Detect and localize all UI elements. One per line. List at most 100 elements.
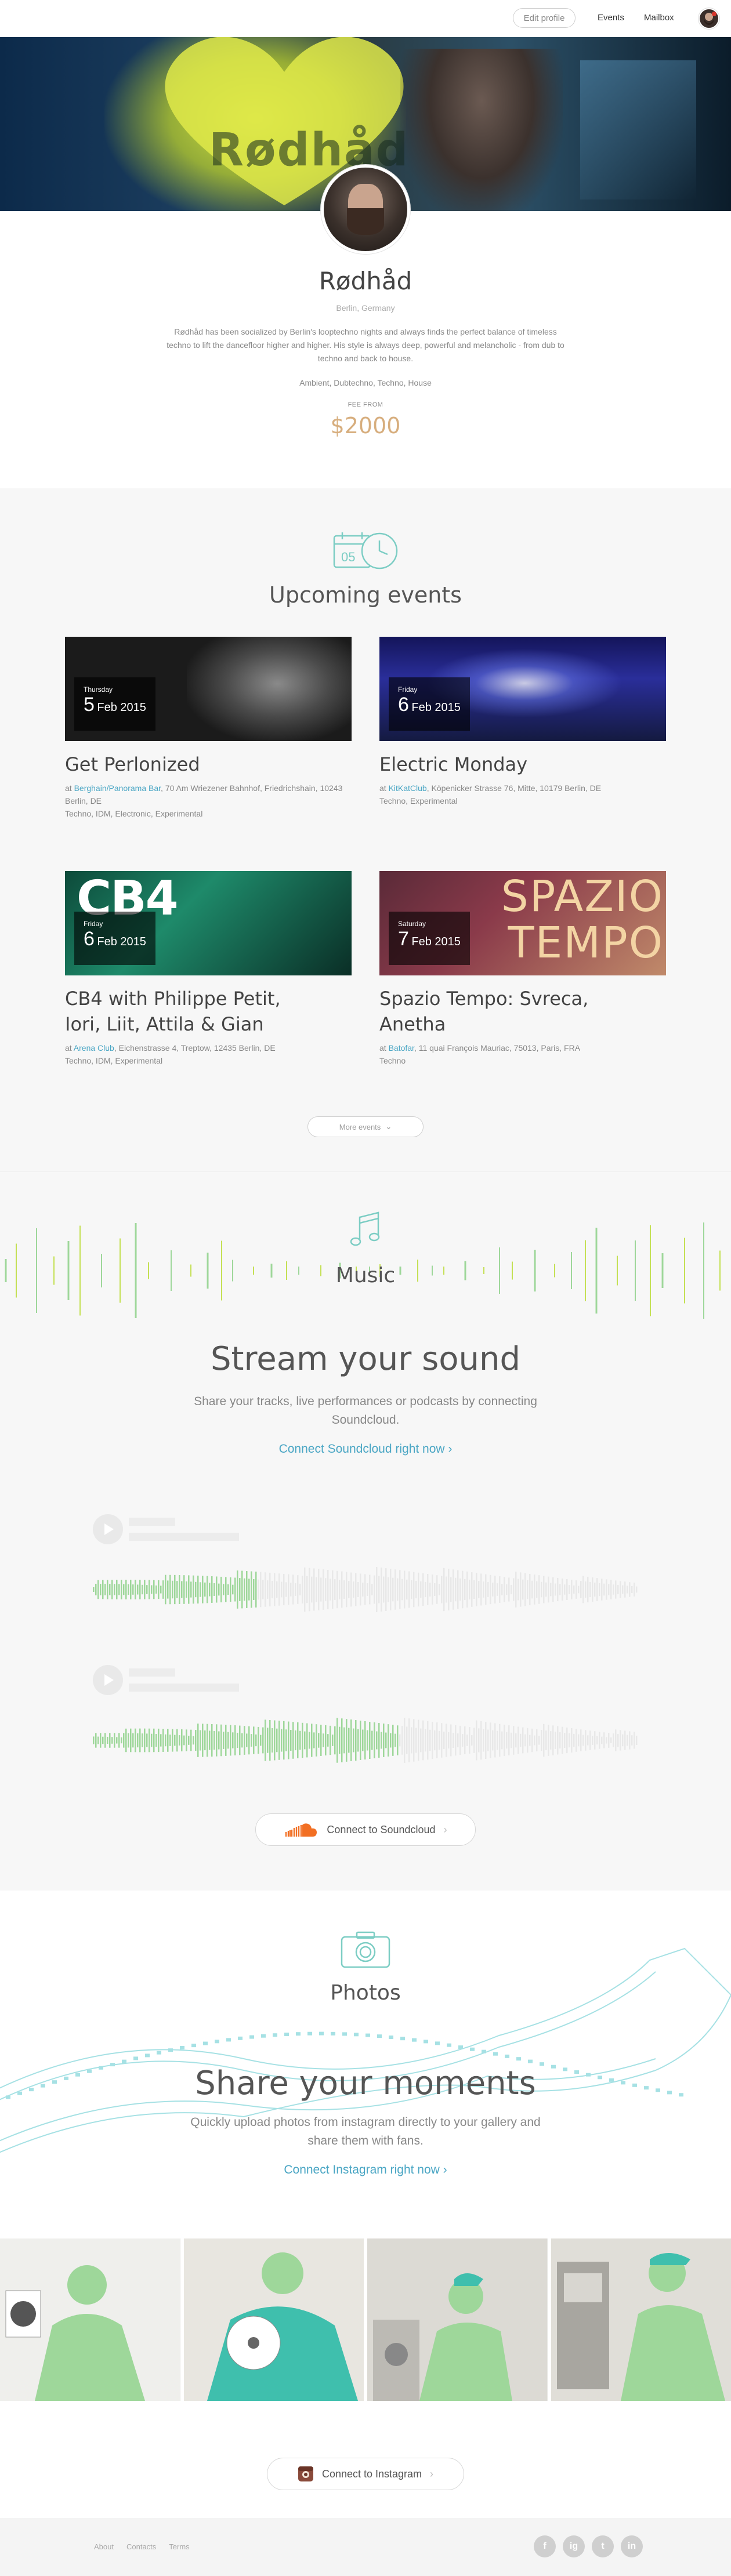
nav-mailbox-link[interactable]: Mailbox	[644, 13, 674, 23]
waveform-bar	[534, 1735, 535, 1746]
user-avatar[interactable]	[699, 8, 719, 29]
event-thumbnail[interactable]: Friday 6 Feb 2015	[379, 637, 666, 741]
film-hole	[447, 2043, 451, 2047]
waveform-bar	[515, 1572, 517, 1608]
waveform-bar	[529, 1735, 531, 1746]
waveform-bar	[123, 1584, 125, 1595]
connect-soundcloud-link[interactable]: Connect Soundcloud right now ›	[279, 1442, 453, 1456]
waveform-bar	[615, 1580, 617, 1599]
play-icon[interactable]	[93, 1514, 123, 1544]
photo-thumbnail[interactable]	[183, 2238, 364, 2401]
event-title[interactable]: Spazio Tempo: Svreca, Anetha	[379, 986, 666, 1037]
photo-thumbnail[interactable]	[551, 2238, 731, 2401]
waveform-bar	[513, 1578, 515, 1601]
waveform-bar	[415, 1728, 417, 1753]
waveform-bar	[520, 1733, 522, 1747]
event-dow: Saturday	[398, 920, 426, 928]
waveform-bar	[362, 1729, 364, 1751]
nav-events-link[interactable]: Events	[598, 13, 624, 23]
footer-link-about[interactable]: About	[94, 2542, 114, 2551]
waveform-bar	[107, 1580, 108, 1599]
waveform[interactable]	[93, 1711, 638, 1769]
waveform-bar	[457, 1733, 459, 1747]
waveform[interactable]	[93, 1561, 638, 1619]
event-card[interactable]: SPAZIO TEMPO Saturday 7 Feb 2015 Spazio …	[379, 871, 666, 1067]
event-thumbnail[interactable]: Thursday 5 Feb 2015	[65, 637, 352, 741]
waveform-bar	[193, 1575, 194, 1604]
waveform-bar	[487, 1582, 489, 1597]
event-title[interactable]: Electric Monday	[379, 752, 666, 777]
waveform-bar	[225, 1577, 227, 1602]
event-title[interactable]: CB4 with Philippe Petit, Iori, Liit, Atti…	[65, 986, 352, 1037]
film-hole	[122, 2059, 126, 2063]
waveform-bar	[381, 1732, 382, 1749]
waveform-bar	[457, 1570, 459, 1609]
instagram-social-icon[interactable]: ig	[563, 2535, 585, 2557]
waveform-bar	[223, 1732, 225, 1749]
photo-thumbnail[interactable]	[367, 2238, 548, 2401]
artist-genres: Ambient, Dubtechno, Techno, House	[299, 378, 432, 387]
waveform-bar	[371, 1730, 373, 1750]
connect-instagram-label: Connect to Instagram	[321, 2468, 422, 2480]
waveform-bar	[413, 1719, 415, 1762]
linkedin-icon[interactable]: in	[621, 2535, 643, 2557]
event-thumbnail[interactable]: CB4 Friday 6 Feb 2015	[65, 871, 352, 975]
event-card[interactable]: Friday 6 Feb 2015 Electric Monday at Kit…	[379, 637, 666, 807]
waveform-bar	[248, 1726, 250, 1755]
connect-instagram-link[interactable]: Connect Instagram right now ›	[284, 2163, 447, 2176]
waveform-bar	[446, 1576, 447, 1603]
venue-link[interactable]: Batofar	[389, 1043, 414, 1053]
footer-link-terms[interactable]: Terms	[169, 2542, 189, 2551]
film-hole	[505, 2054, 509, 2058]
waveform-bar	[114, 1733, 115, 1748]
waveform-bar	[397, 1578, 399, 1601]
waveform-bar	[155, 1585, 157, 1594]
waveform-bar	[158, 1580, 160, 1599]
waveform-bar	[608, 1584, 610, 1595]
waveform-bar	[181, 1581, 183, 1598]
footer-link-contacts[interactable]: Contacts	[126, 2542, 156, 2551]
waveform-bar	[350, 1719, 352, 1761]
waveform-bar	[378, 1576, 380, 1603]
waveform-bar	[151, 1585, 153, 1594]
waveform-bar	[109, 1584, 111, 1595]
music-title: Music	[335, 1264, 396, 1287]
waveform-bar	[260, 1735, 262, 1746]
waveform-bar	[603, 1732, 605, 1748]
waveform-bar	[179, 1575, 180, 1604]
waveform-bar	[513, 1726, 515, 1755]
waveform-bar	[620, 1581, 621, 1598]
film-hole	[296, 2032, 301, 2036]
top-nav: Edit profile Events Mailbox	[0, 0, 731, 37]
edit-profile-button[interactable]: Edit profile	[513, 8, 576, 28]
venue-link[interactable]: Arena Club	[74, 1043, 114, 1053]
play-icon[interactable]	[93, 1665, 123, 1695]
facebook-icon[interactable]: f	[534, 2535, 556, 2557]
venue-link[interactable]: Berghain/Panorama Bar	[74, 783, 161, 793]
connect-soundcloud-button[interactable]: Connect to Soundcloud ›	[255, 1813, 476, 1846]
photos-section: Photos Share your moments Quickly upload…	[0, 1891, 731, 2518]
waveform-bar	[269, 1572, 271, 1607]
waveform-bar	[601, 1736, 603, 1744]
waveform-bar	[251, 1734, 252, 1747]
waveform-bar	[541, 1730, 542, 1751]
twitter-icon[interactable]: t	[592, 2535, 614, 2557]
waveform-bar	[367, 1583, 368, 1596]
photo-thumbnail[interactable]	[0, 2238, 180, 2401]
stream-text-wrap: Share your tracks, live performances or …	[0, 1392, 731, 1430]
waveform-bar	[624, 1730, 626, 1750]
connect-instagram-button[interactable]: Connect to Instagram ›	[267, 2458, 464, 2490]
track-meta-placeholder	[129, 1533, 239, 1541]
event-card[interactable]: Thursday 5 Feb 2015 Get Perlonized at Be…	[65, 637, 352, 820]
more-events-button[interactable]: More events ⌄	[307, 1116, 424, 1137]
waveform-bar	[188, 1736, 190, 1745]
waveform-bar	[272, 1580, 273, 1599]
event-card[interactable]: CB4 Friday 6 Feb 2015 CB4 with Philippe …	[65, 871, 352, 1067]
waveform-bar	[596, 1578, 598, 1601]
venue-link[interactable]: KitKatClub	[389, 783, 427, 793]
waveform-bar	[369, 1574, 371, 1605]
event-title[interactable]: Get Perlonized	[65, 752, 352, 777]
event-thumbnail[interactable]: SPAZIO TEMPO Saturday 7 Feb 2015	[379, 871, 666, 975]
camera-icon	[341, 1931, 390, 1968]
waveform-bar	[353, 1581, 354, 1598]
